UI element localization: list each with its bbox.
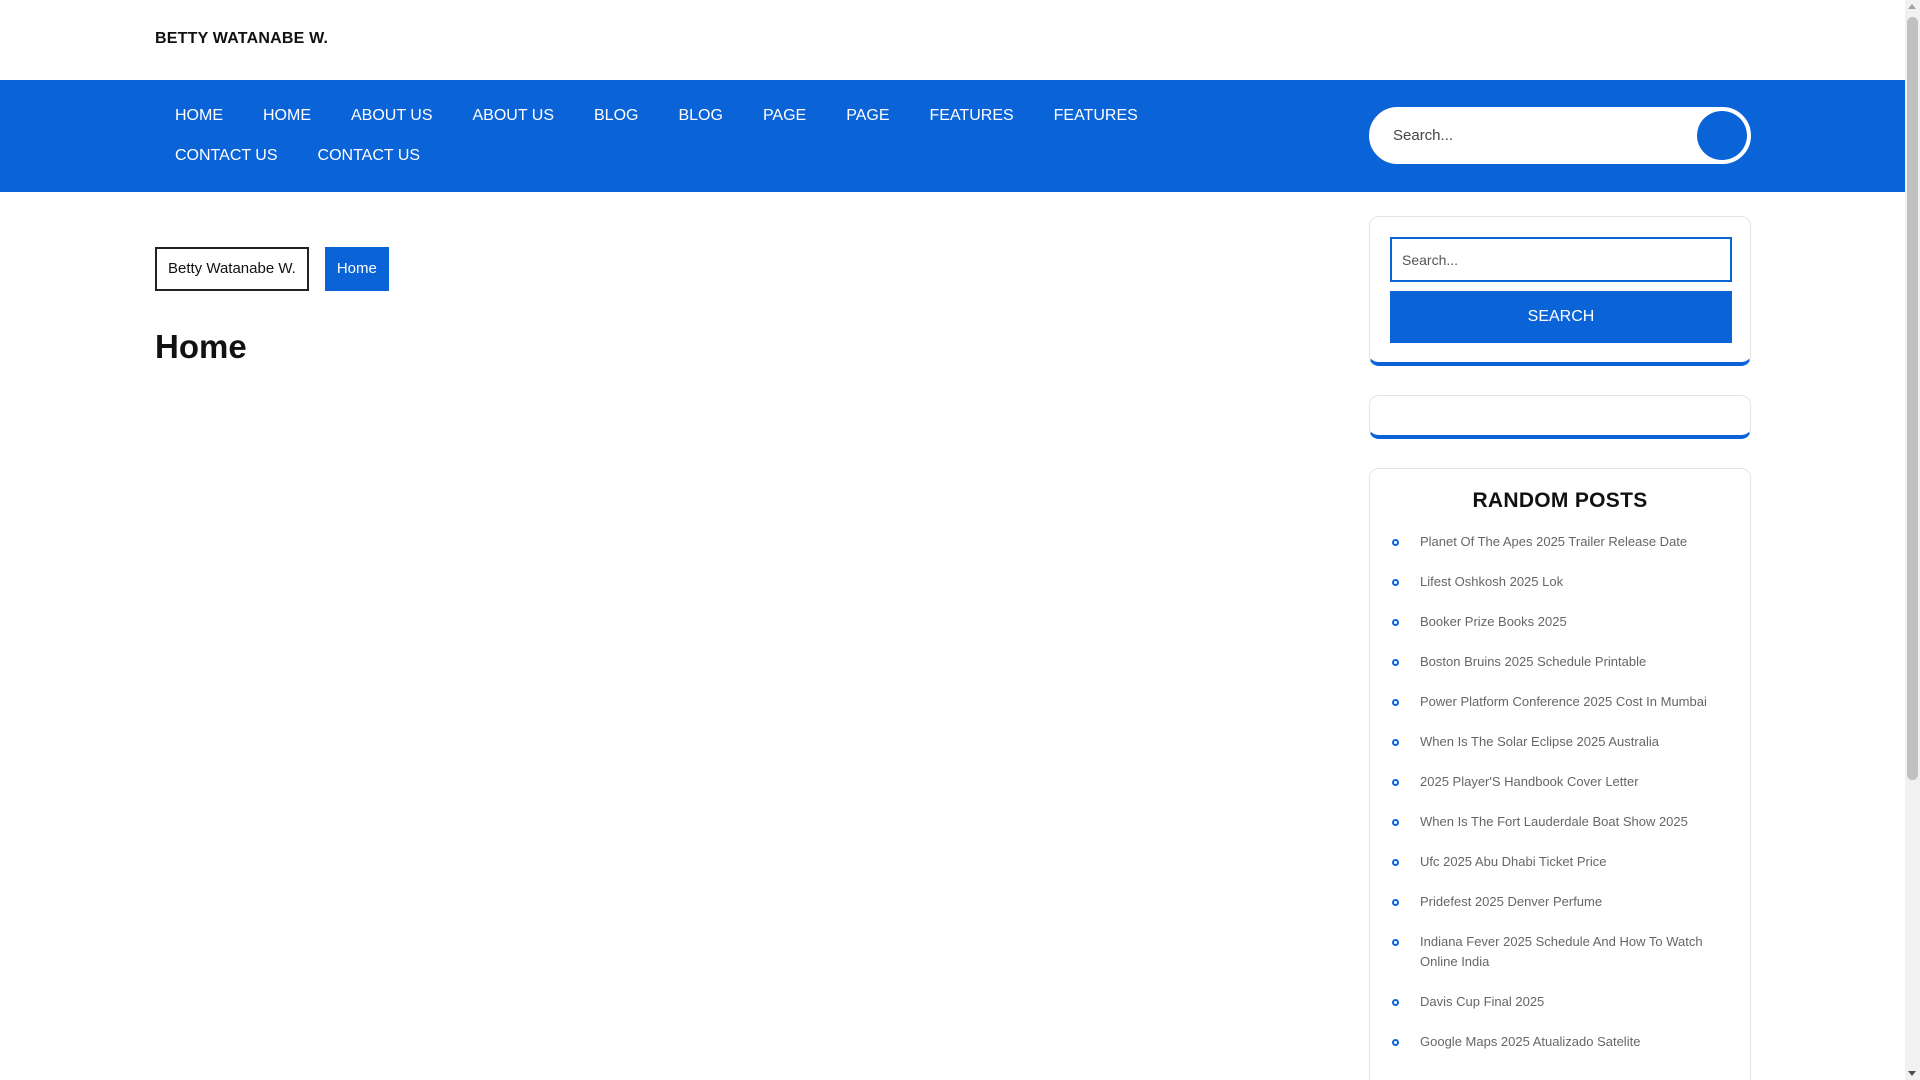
random-post-item[interactable]: Google Maps 2025 Atualizado Satelite [1390, 1032, 1730, 1052]
random-post-item[interactable]: Indiana Fever 2025 Schedule And How To W… [1390, 932, 1730, 972]
random-post-link[interactable]: When Is The Fort Lauderdale Boat Show 20… [1420, 814, 1688, 829]
nav-item-contact-us[interactable]: CONTACT US [155, 136, 298, 176]
random-posts-title: RANDOM POSTS [1472, 489, 1648, 512]
nav-item-home-2[interactable]: HOME [243, 96, 331, 136]
circle-bullet-icon [1392, 779, 1399, 786]
random-post-item[interactable]: Power Platform Conference 2025 Cost In M… [1390, 692, 1730, 712]
circle-bullet-icon [1392, 999, 1399, 1006]
nav-item-contact-us-2[interactable]: CONTACT US [298, 136, 441, 176]
circle-bullet-icon [1392, 899, 1399, 906]
circle-bullet-icon [1392, 619, 1399, 626]
random-post-item[interactable]: 2025 Player'S Handbook Cover Letter [1390, 772, 1730, 792]
scrollbar-thumb[interactable] [1907, 17, 1918, 780]
nav-item-page[interactable]: PAGE [743, 96, 826, 136]
sidebar-search-widget: SEARCH [1369, 216, 1751, 366]
sidebar-search-input[interactable] [1390, 237, 1732, 282]
nav-item-features-2[interactable]: FEATURES [1034, 96, 1158, 136]
breadcrumb-current: Home [324, 247, 389, 291]
nav-item-about-us[interactable]: ABOUT US [331, 96, 453, 136]
random-post-link[interactable]: Davis Cup Final 2025 [1420, 994, 1544, 1009]
nav-item-home[interactable]: HOME [155, 96, 243, 136]
random-posts-list: Planet Of The Apes 2025 Trailer Release … [1390, 532, 1730, 1072]
nav-menu: HOME HOME ABOUT US ABOUT US BLOG BLOG PA… [155, 96, 1255, 176]
circle-bullet-icon [1392, 1039, 1399, 1046]
nav-item-features[interactable]: FEATURES [910, 96, 1034, 136]
random-post-item[interactable]: When Is The Fort Lauderdale Boat Show 20… [1390, 812, 1730, 832]
scroll-down-arrow-icon[interactable] [1908, 1071, 1916, 1076]
page-title: Home [155, 328, 247, 365]
random-post-item[interactable]: Lifest Oshkosh 2025 Lok [1390, 572, 1730, 592]
random-post-item[interactable]: Planet Of The Apes 2025 Trailer Release … [1390, 532, 1730, 552]
breadcrumb: Betty Watanabe W. Home [155, 247, 389, 291]
circle-bullet-icon [1392, 659, 1399, 666]
circle-bullet-icon [1392, 739, 1399, 746]
site-title[interactable]: BETTY WATANABE W. [155, 30, 328, 48]
nav-item-page-2[interactable]: PAGE [826, 96, 909, 136]
circle-bullet-icon [1392, 539, 1399, 546]
random-post-link[interactable]: Boston Bruins 2025 Schedule Printable [1420, 654, 1646, 669]
page-scrollbar[interactable] [1905, 0, 1920, 1080]
random-post-link[interactable]: Lifest Oshkosh 2025 Lok [1420, 574, 1563, 589]
page: BETTY WATANABE W. HOME HOME ABOUT US ABO… [0, 0, 1905, 1080]
nav-search-input[interactable] [1393, 109, 1693, 162]
circle-bullet-icon [1392, 939, 1399, 946]
nav-item-about-us-2[interactable]: ABOUT US [453, 96, 575, 136]
random-post-item[interactable]: Boston Bruins 2025 Schedule Printable [1390, 652, 1730, 672]
breadcrumb-home-link[interactable]: Betty Watanabe W. [155, 247, 309, 291]
random-post-item[interactable]: Booker Prize Books 2025 [1390, 612, 1730, 632]
random-post-item[interactable]: Pridefest 2025 Denver Perfume [1390, 892, 1730, 912]
random-post-link[interactable]: Planet Of The Apes 2025 Trailer Release … [1420, 534, 1687, 549]
random-post-link[interactable]: When Is The Solar Eclipse 2025 Australia [1420, 734, 1659, 749]
random-post-link[interactable]: Power Platform Conference 2025 Cost In M… [1420, 694, 1707, 709]
random-post-item[interactable]: Ufc 2025 Abu Dhabi Ticket Price [1390, 852, 1730, 872]
random-post-item[interactable]: Davis Cup Final 2025 [1390, 992, 1730, 1012]
sidebar-empty-widget [1369, 395, 1751, 439]
nav-search-button[interactable] [1697, 111, 1747, 160]
circle-bullet-icon [1392, 579, 1399, 586]
nav-search-form [1369, 107, 1751, 164]
circle-bullet-icon [1392, 859, 1399, 866]
random-post-link[interactable]: Google Maps 2025 Atualizado Satelite [1420, 1034, 1640, 1049]
main-navbar: HOME HOME ABOUT US ABOUT US BLOG BLOG PA… [0, 80, 1905, 192]
random-post-link[interactable]: Ufc 2025 Abu Dhabi Ticket Price [1420, 854, 1606, 869]
random-post-item[interactable]: When Is The Solar Eclipse 2025 Australia [1390, 732, 1730, 752]
circle-bullet-icon [1392, 819, 1399, 826]
random-post-link[interactable]: Booker Prize Books 2025 [1420, 614, 1567, 629]
random-posts-widget: RANDOM POSTS Planet Of The Apes 2025 Tra… [1369, 468, 1751, 1080]
random-post-link[interactable]: Pridefest 2025 Denver Perfume [1420, 894, 1602, 909]
sidebar-search-button[interactable]: SEARCH [1390, 291, 1732, 343]
random-post-link[interactable]: Indiana Fever 2025 Schedule And How To W… [1420, 934, 1703, 969]
random-post-link[interactable]: 2025 Player'S Handbook Cover Letter [1420, 774, 1639, 789]
scroll-up-arrow-icon[interactable] [1908, 4, 1916, 9]
circle-bullet-icon [1392, 699, 1399, 706]
nav-item-blog-2[interactable]: BLOG [658, 96, 742, 136]
nav-item-blog[interactable]: BLOG [574, 96, 658, 136]
